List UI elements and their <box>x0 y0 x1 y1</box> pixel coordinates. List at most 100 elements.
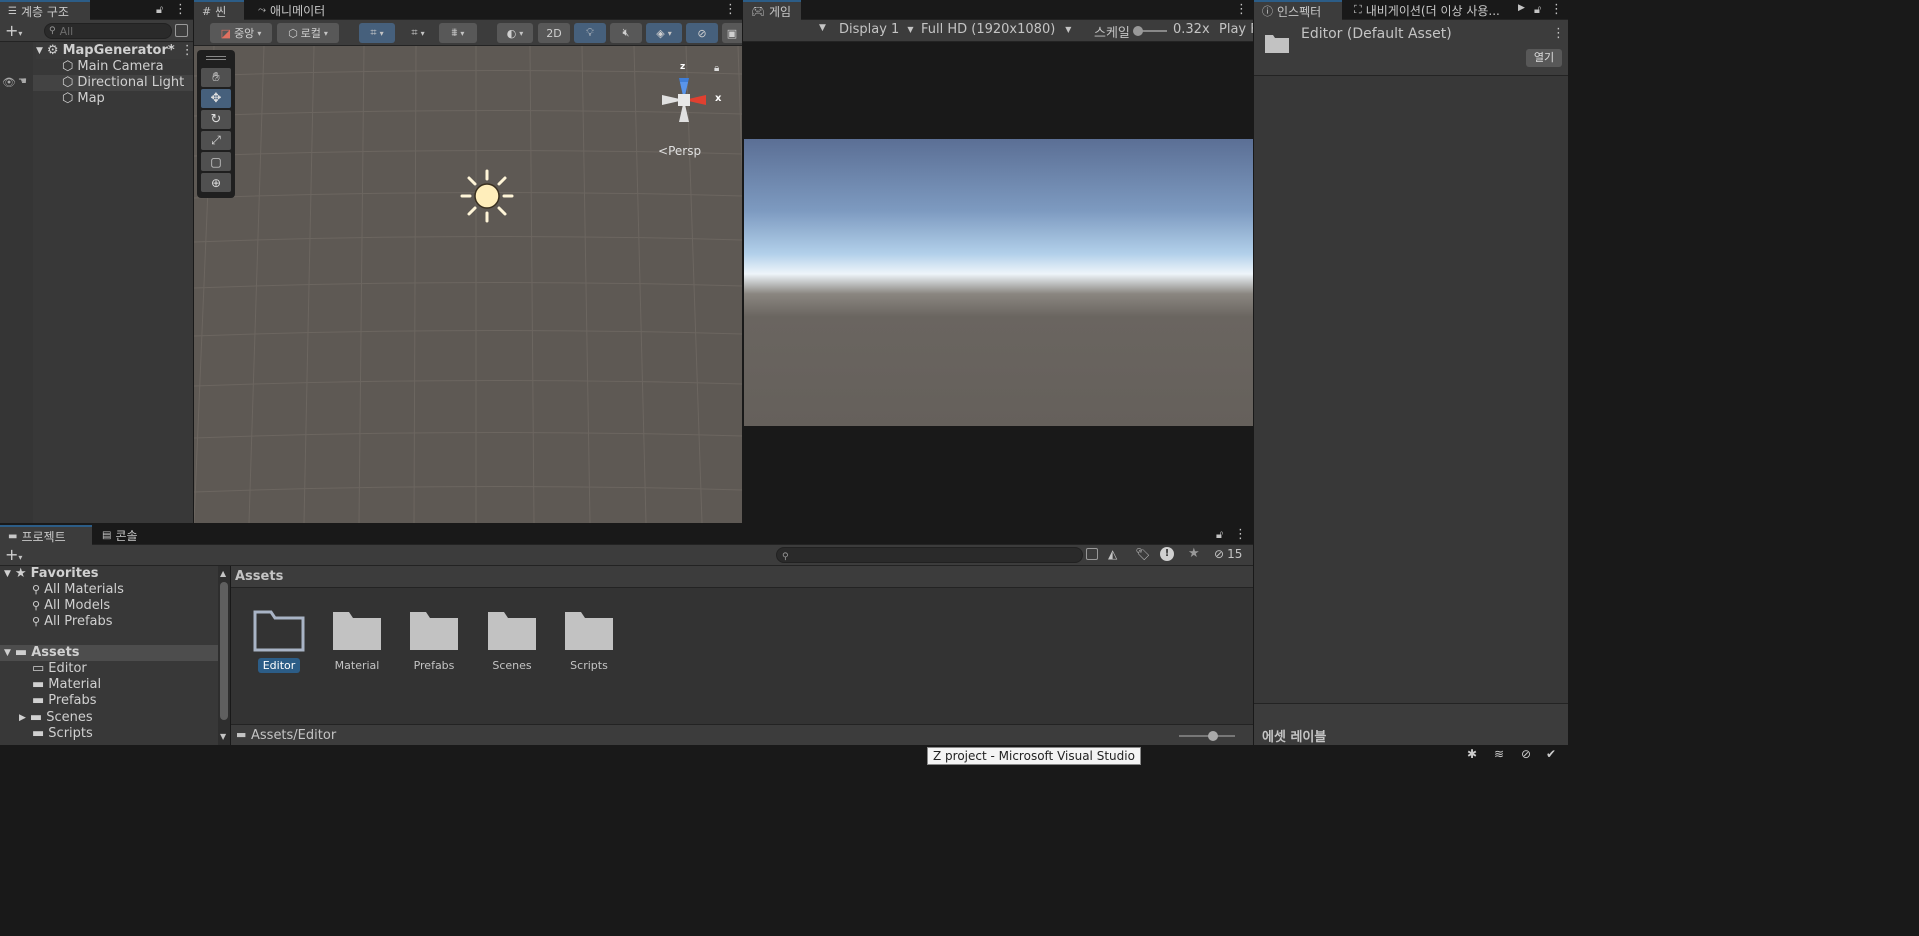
hierarchy-search-input[interactable]: ⚲ All <box>44 23 172 39</box>
scale-slider[interactable] <box>1133 26 1167 36</box>
pivot-label: 중앙 <box>234 27 255 40</box>
grid-folder-material[interactable]: Material <box>326 608 388 673</box>
favorite-all-materials[interactable]: ⚲ All Materials <box>32 582 124 598</box>
rotate-tool-icon[interactable]: ↻ <box>201 110 231 129</box>
tools-drag-handle[interactable] <box>206 56 226 60</box>
auto-generate-lighting-icon[interactable]: ⊘ <box>1521 747 1531 761</box>
scroll-down-arrow-icon[interactable]: ▼ <box>220 732 226 741</box>
game-menu-icon[interactable]: ⋮ <box>1235 2 1248 18</box>
grid-footer: ▬ Assets/Editor <box>231 724 1253 745</box>
project-search-input[interactable]: ⚲ <box>776 547 1083 563</box>
play-focused-dropdown[interactable]: Play F <box>1219 22 1253 37</box>
project-lock-icon[interactable]: 🔓︎ <box>1216 528 1223 542</box>
debug-bug-icon[interactable]: ✱ <box>1467 747 1477 761</box>
gizmo-lock-icon[interactable]: 🔒︎ <box>714 63 719 74</box>
filter-type-icon[interactable]: ◭ <box>1108 547 1117 561</box>
tree-folder-scripts[interactable]: ▬ Scripts <box>32 726 93 742</box>
chevron-right-icon[interactable]: ▶ <box>19 710 26 726</box>
camera-dropdown[interactable]: ▣ <box>722 23 742 43</box>
lock-icon[interactable]: 🔓︎ <box>156 3 163 17</box>
grid-folder-scenes[interactable]: Scenes <box>481 608 543 673</box>
toggle-2d-button[interactable]: 2D <box>538 23 570 43</box>
effects-dropdown[interactable]: ◈ ▾ <box>646 23 682 43</box>
tab-project[interactable]: ▬ 프로젝트 <box>0 525 92 545</box>
grid-folder-editor[interactable]: Editor <box>248 608 310 673</box>
game-viewport[interactable] <box>743 42 1253 523</box>
shading-mode-dropdown[interactable]: ◐ ▾ <box>497 23 533 43</box>
scale-slider-thumb[interactable] <box>1133 26 1143 36</box>
search-scope-icon[interactable] <box>1086 548 1098 560</box>
layers-icon: ◈ <box>656 26 665 40</box>
tab-animator[interactable]: ⤳ 애니메이터 <box>250 0 333 20</box>
tabs-next-arrow-icon[interactable]: ▶ <box>1518 3 1525 13</box>
assets-root[interactable]: ▼ ▬ Assets <box>0 645 218 661</box>
visibility-eye-icon[interactable]: 👁︎ <box>2 76 16 89</box>
hierarchy-item-directional-light[interactable]: ⬡ Directional Light <box>33 75 193 91</box>
inspector-component-menu-icon[interactable]: ⋮ <box>1552 26 1565 42</box>
filter-label-icon[interactable]: 🏷︎ <box>1135 547 1150 561</box>
display-dropdown[interactable]: Display 1 ▼ <box>839 22 913 37</box>
resolution-dropdown[interactable]: Full HD (1920x1080) ▼ <box>921 22 1071 37</box>
hierarchy-item-label: Directional Light <box>77 75 185 90</box>
inspector-lock-icon[interactable]: 🔓︎ <box>1534 3 1541 17</box>
tab-game[interactable]: 🎮︎ 게임 <box>743 0 801 20</box>
tree-folder-prefabs[interactable]: ▬ Prefabs <box>32 693 97 709</box>
log-type-icon[interactable]: ! <box>1160 547 1174 561</box>
directional-light-sun-icon[interactable] <box>459 168 515 224</box>
tab-scene[interactable]: # 씬 <box>194 0 244 20</box>
scene-visibility-toggle[interactable]: ⊘ <box>686 23 718 43</box>
checkmark-icon[interactable]: ✔ <box>1546 747 1556 761</box>
scene-gizmo[interactable] <box>646 62 722 138</box>
pickable-hand-icon[interactable]: ☚ <box>18 76 27 87</box>
icon-size-slider[interactable] <box>1179 731 1235 741</box>
cache-server-icon[interactable]: ≋ <box>1494 747 1504 761</box>
scene-row[interactable]: ▼ ⚙ MapGenerator* ⋮ <box>36 43 194 59</box>
scale-tool-icon[interactable]: ⤢ <box>201 131 231 150</box>
selected-path: Assets/Editor <box>251 728 337 743</box>
hierarchy-item-map[interactable]: ⬡ Map <box>62 91 105 107</box>
tab-console[interactable]: ▤ 콘솔 <box>94 525 146 545</box>
tree-folder-editor[interactable]: ▭ Editor <box>32 661 87 677</box>
space-dropdown[interactable]: ⬡ 로컬 ▾ <box>277 23 339 43</box>
persp-toggle[interactable]: <Persp <box>658 144 701 158</box>
favorites-header[interactable]: ▼ ★ Favorites <box>4 566 99 582</box>
audio-toggle[interactable]: 🔇︎ <box>610 23 642 43</box>
grid-visibility-button[interactable]: ⩩ ▾ <box>439 23 477 43</box>
project-menu-icon[interactable]: ⋮ <box>1234 527 1247 543</box>
rect-tool-icon[interactable]: ▢ <box>201 152 231 171</box>
tab-inspector[interactable]: ⓘ 인스펙터 <box>1254 0 1342 20</box>
scrollbar-thumb[interactable] <box>220 582 228 720</box>
pivot-dropdown[interactable]: ◪ 중앙 ▾ <box>210 23 272 43</box>
folder-icon <box>410 612 458 650</box>
scene-menu-icon[interactable]: ⋮ <box>724 2 737 18</box>
tree-folder-material[interactable]: ▬ Material <box>32 677 101 693</box>
tree-scrollbar[interactable]: ▲ ▼ <box>218 566 230 745</box>
hierarchy-item-main-camera[interactable]: ⬡ Main Camera <box>62 59 164 75</box>
tree-folder-scenes[interactable]: ▶ ▬ Scenes <box>19 710 93 726</box>
hierarchy-menu-icon[interactable]: ⋮ <box>174 2 187 18</box>
hidden-packages-toggle[interactable]: ⊘ 15 <box>1214 547 1242 561</box>
scene-viewport[interactable]: ✋︎ ✥ ↻ ⤢ ▢ ⊕ z x 🔒︎ <Persp <box>194 46 742 523</box>
hand-tool-icon[interactable]: ✋︎ <box>201 68 231 87</box>
add-icon[interactable]: +▾ <box>5 21 22 40</box>
inspector-menu-icon[interactable]: ⋮ <box>1550 2 1563 18</box>
tab-hierarchy[interactable]: ☰ 계층 구조 <box>0 0 90 20</box>
grid-folder-scripts[interactable]: Scripts <box>558 608 620 673</box>
grid-folder-prefabs[interactable]: Prefabs <box>403 608 465 673</box>
lighting-toggle[interactable]: 💡︎ <box>574 23 606 43</box>
favorite-all-models[interactable]: ⚲ All Models <box>32 598 110 614</box>
create-add-icon[interactable]: +▾ <box>5 545 22 564</box>
scene-visibility-icon[interactable] <box>175 24 188 37</box>
game-mode-dropdown[interactable]: ▼ <box>819 23 826 33</box>
scene-menu-icon[interactable]: ⋮ <box>181 43 194 59</box>
scroll-up-arrow-icon[interactable]: ▲ <box>220 569 226 578</box>
favorite-star-icon[interactable]: ★ <box>1188 546 1200 561</box>
favorite-all-prefabs[interactable]: ⚲ All Prefabs <box>32 614 113 630</box>
grid-snap-button[interactable]: ⌗ ▾ <box>359 23 395 43</box>
move-tool-icon[interactable]: ✥ <box>201 89 231 108</box>
transform-tool-icon[interactable]: ⊕ <box>201 173 231 192</box>
increment-snap-button[interactable]: ⌗ ▾ <box>400 23 436 43</box>
icon-size-thumb[interactable] <box>1208 731 1218 741</box>
tab-navigation[interactable]: ⛶ 내비게이션(더 이상 사용... <box>1346 0 1516 20</box>
open-button[interactable]: 열기 <box>1526 49 1562 67</box>
